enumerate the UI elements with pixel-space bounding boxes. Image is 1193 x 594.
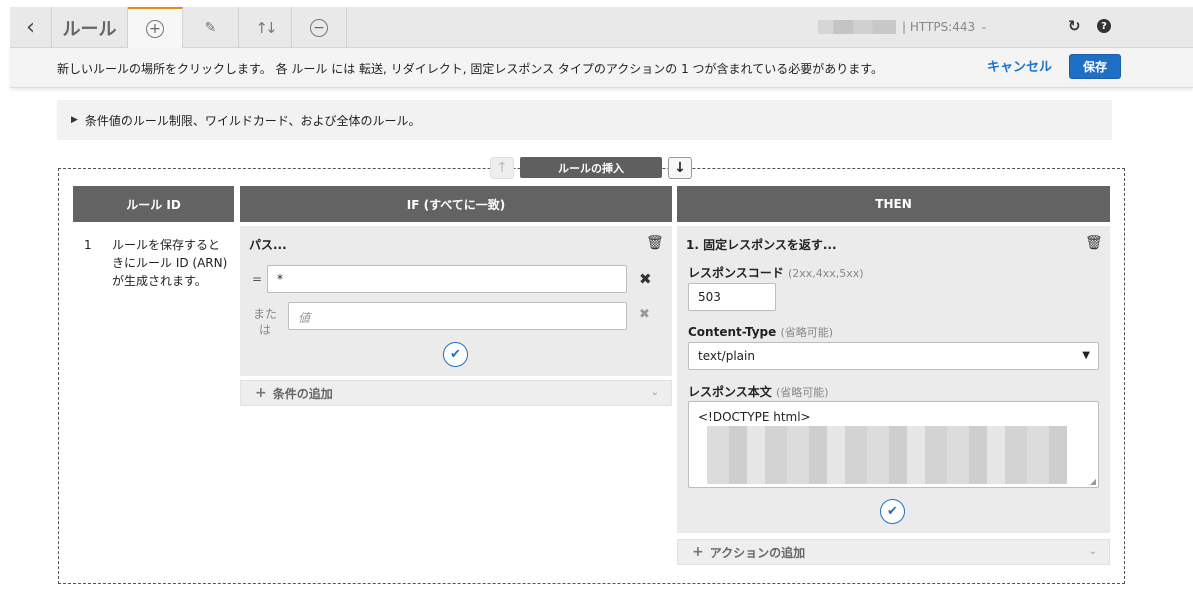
condition-title: パス... <box>249 238 287 252</box>
response-code-label-text: レスポンスコード <box>688 266 784 280</box>
content-type-label-text: Content-Type <box>688 325 777 339</box>
cancel-button[interactable]: キャンセル <box>987 56 1052 75</box>
content-type-value: text/plain <box>698 349 755 363</box>
rule-number: 1 <box>84 238 92 252</box>
trash-icon[interactable]: 🗑 <box>1085 235 1103 251</box>
action-panel: 1. 固定レスポンスを返す... 🗑 レスポンスコード (2xx,4xx,5xx… <box>677 226 1110 533</box>
arrow-down-icon: ↓ <box>674 160 686 176</box>
move-down-button[interactable]: ↓ <box>668 157 692 179</box>
response-body-label: レスポンス本文 (省略可能) <box>688 383 829 400</box>
listener-label: | HTTPS:443 <box>902 20 976 34</box>
action-title: 1. 固定レスポンスを返す... <box>686 238 837 252</box>
response-code-hint: (2xx,4xx,5xx) <box>787 267 864 280</box>
page-title: ルール <box>52 7 128 48</box>
path-value-input-2[interactable]: 値 <box>288 302 627 330</box>
instruction-text: 新しいルールの場所をクリックします。 各 ルール には 転送, リダイレクト, … <box>57 62 883 76</box>
response-code-label: レスポンスコード (2xx,4xx,5xx) <box>688 264 864 281</box>
add-action-button[interactable]: + アクションの追加 ⌄ <box>677 539 1110 565</box>
add-condition-label: 条件の追加 <box>272 386 333 401</box>
chevron-down-icon: ⌄ <box>650 387 659 398</box>
edit-rule-tab[interactable]: ✎ <box>183 7 239 48</box>
header-then: THEN <box>677 186 1110 222</box>
plus-icon: + <box>692 544 704 560</box>
rule-limits-expander[interactable]: ▶ 条件値のルール制限、ワイルドカード、および全体のルール。 <box>57 100 1112 140</box>
plus-icon: + <box>255 385 267 401</box>
toolbar: ‹ ルール + ✎ ↑↓ − | HTTPS:443 ⌄ ↻ ? <box>10 7 1193 48</box>
response-body-hint: (省略可能) <box>775 386 829 399</box>
trash-icon[interactable]: 🗑 <box>646 235 664 251</box>
equals-label: = <box>252 272 263 286</box>
header-rule-id: ルール ID <box>73 186 234 222</box>
content-type-select[interactable]: text/plain ▼ <box>688 342 1099 370</box>
confirm-action-button[interactable]: ✔ <box>880 499 905 524</box>
reorder-rules-tab[interactable]: ↑↓ <box>239 7 292 48</box>
pencil-icon: ✎ <box>204 19 217 36</box>
chevron-down-icon: ⌄ <box>1088 546 1097 557</box>
delete-rule-tab[interactable]: − <box>292 7 347 48</box>
caret-right-icon: ▶ <box>71 115 78 125</box>
save-button[interactable]: 保存 <box>1069 54 1121 79</box>
content-type-label: Content-Type (省略可能) <box>688 324 833 340</box>
header-if: IF (すべてに一致) <box>240 186 672 222</box>
move-up-button[interactable]: ↑ <box>490 157 514 179</box>
add-rule-tab[interactable]: + <box>128 7 183 48</box>
response-body-label-text: レスポンス本文 <box>688 385 772 399</box>
response-body-textarea[interactable]: <!DOCTYPE html> ◢ <box>688 401 1099 488</box>
response-code-input[interactable]: 503 <box>688 283 776 311</box>
close-icon[interactable]: ✖ <box>639 307 650 322</box>
checkmark-icon: ✔ <box>450 347 461 362</box>
arrow-up-icon: ↑ <box>496 160 508 176</box>
sort-arrows-icon: ↑↓ <box>255 18 277 37</box>
insert-rule-label: ルールの挿入 <box>520 157 662 178</box>
path-value-input[interactable]: * <box>267 265 627 293</box>
condition-panel: パス... 🗑 = * ✖ または 値 ✖ ✔ <box>240 226 672 376</box>
rule-limits-label: 条件値のルール制限、ワイルドカード、および全体のルール。 <box>84 113 421 128</box>
close-icon[interactable]: ✖ <box>639 270 652 288</box>
response-body-first-line: <!DOCTYPE html> <box>698 410 811 424</box>
back-button[interactable]: ‹ <box>10 7 52 48</box>
redacted-listener-name <box>818 20 896 34</box>
listener-selector[interactable]: | HTTPS:443 ⌄ <box>818 18 988 36</box>
chevron-down-icon: ⌄ <box>980 22 988 32</box>
help-icon[interactable]: ? <box>1097 19 1111 33</box>
or-label: または <box>252 307 277 337</box>
plus-circle-icon: + <box>146 19 164 38</box>
confirm-condition-button[interactable]: ✔ <box>443 342 468 367</box>
info-bar: 新しいルールの場所をクリックします。 各 ルール には 転送, リダイレクト, … <box>10 48 1193 88</box>
caret-down-icon: ▼ <box>1082 350 1090 361</box>
add-action-label: アクションの追加 <box>709 545 806 560</box>
refresh-icon[interactable]: ↻ <box>1068 17 1081 35</box>
chevron-left-icon: ‹ <box>26 15 35 40</box>
minus-circle-icon: − <box>310 18 328 37</box>
resize-handle-icon[interactable]: ◢ <box>1090 477 1096 486</box>
content-type-hint: (省略可能) <box>780 326 834 339</box>
add-condition-button[interactable]: + 条件の追加 ⌄ <box>240 380 672 406</box>
rule-id-note: ルールを保存するときにルール ID (ARN) が生成されます。 <box>112 238 228 288</box>
redacted-body-content <box>707 426 1067 484</box>
checkmark-icon: ✔ <box>887 504 898 519</box>
